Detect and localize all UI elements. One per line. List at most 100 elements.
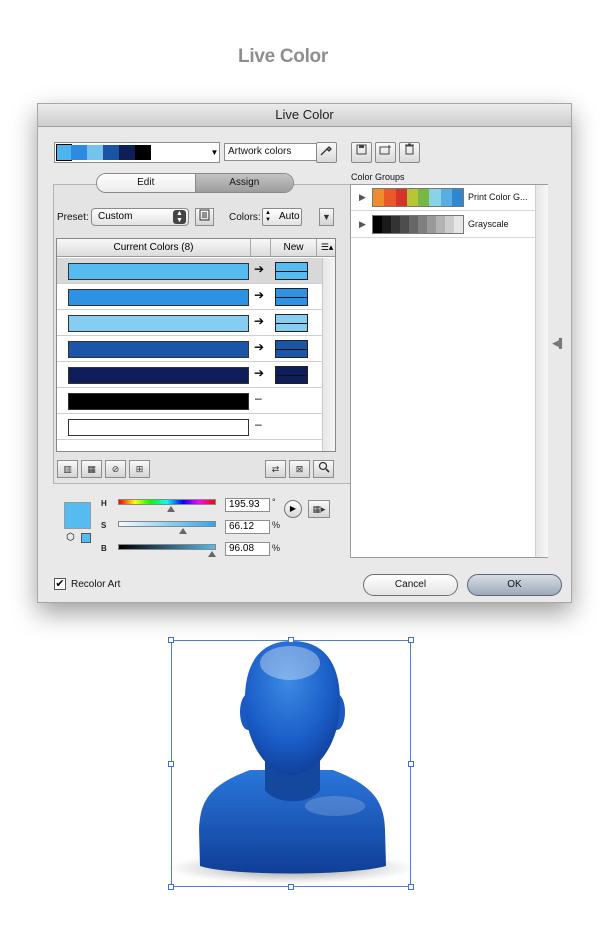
group-swatch [391, 216, 400, 233]
preset-options-icon[interactable] [195, 208, 214, 226]
eyedropper-icon[interactable] [316, 142, 337, 163]
saturation-slider[interactable] [118, 521, 216, 527]
save-group-icon[interactable] [351, 142, 372, 163]
groups-scrollbar[interactable] [535, 185, 548, 557]
saturation-slider-thumb[interactable] [178, 528, 187, 534]
hue-slider-thumb[interactable] [167, 506, 176, 512]
table-row[interactable]: ➔ [57, 310, 322, 336]
exclude-colors-icon[interactable]: ⊘ [105, 460, 126, 478]
color-mode-play-icon[interactable]: ▶ [284, 500, 302, 518]
group-swatch [382, 216, 391, 233]
artwork-colors-field[interactable]: Artwork colors [224, 143, 318, 161]
table-menu-icon[interactable]: ☰▴ [317, 239, 335, 256]
new-color-swatch[interactable] [275, 314, 308, 332]
disclosure-triangle-icon[interactable]: ▶ [359, 192, 366, 203]
randomize-order-icon[interactable]: ⇄ [265, 460, 286, 478]
colors-dropdown-icon[interactable]: ▼ [319, 208, 334, 226]
resize-handle[interactable] [408, 761, 414, 767]
resize-handle[interactable] [168, 761, 174, 767]
sliders-menu-icon[interactable]: ▦▸ [308, 500, 330, 518]
hue-unit: ° [272, 497, 276, 507]
table-scrollbar[interactable] [322, 258, 335, 451]
new-color-swatch[interactable] [275, 262, 308, 280]
table-row[interactable]: – [57, 414, 322, 440]
resize-handle[interactable] [168, 637, 174, 643]
cube-icon[interactable]: ⬡ [66, 532, 75, 543]
group-swatch [373, 216, 382, 233]
strip-swatch [103, 145, 119, 160]
merge-colors-icon[interactable]: ▥ [57, 460, 78, 478]
current-color-bar[interactable] [68, 263, 249, 280]
hue-slider[interactable] [118, 499, 216, 505]
separate-colors-icon[interactable]: ▦ [81, 460, 102, 478]
preset-label: Preset: [57, 212, 89, 223]
preset-select[interactable]: Custom ▲ ▼ [91, 208, 189, 226]
group-swatch [400, 216, 409, 233]
colors-stepper[interactable]: ▲ ▼ Auto [262, 208, 302, 226]
color-group-strip[interactable] [54, 142, 211, 163]
resize-handle[interactable] [168, 884, 174, 890]
disclosure-triangle-icon[interactable]: ▶ [359, 219, 366, 230]
arrow-right-icon[interactable]: ➔ [254, 366, 264, 380]
table-row[interactable]: – [57, 388, 322, 414]
cancel-button[interactable]: Cancel [363, 574, 458, 596]
divider-line [276, 271, 307, 272]
header-current-colors[interactable]: Current Colors (8) [57, 239, 251, 256]
brightness-slider-thumb[interactable] [208, 551, 217, 557]
current-color-swatch[interactable] [64, 502, 91, 529]
randomize-saturation-icon[interactable]: ⊠ [289, 460, 310, 478]
hue-input[interactable]: 195.93 [225, 498, 270, 512]
arrow-right-icon[interactable]: ➔ [254, 314, 264, 328]
current-color-bar[interactable] [68, 315, 249, 332]
resize-handle[interactable] [288, 884, 294, 890]
new-row-icon[interactable]: ⊞ [129, 460, 150, 478]
group-swatch [384, 189, 396, 206]
new-color-swatch[interactable] [275, 288, 308, 306]
selection-bounding-box[interactable] [171, 640, 411, 887]
tab-assign[interactable]: Assign [194, 174, 293, 192]
current-color-bar[interactable] [68, 289, 249, 306]
collapse-panel-icon[interactable]: ◀▌ [552, 338, 565, 349]
resize-handle[interactable] [288, 637, 294, 643]
current-color-bar[interactable] [68, 419, 249, 436]
recolor-art-checkbox[interactable]: ✔ [54, 578, 66, 590]
group-swatch [429, 189, 441, 206]
ok-button[interactable]: OK [467, 574, 562, 596]
saturation-input[interactable]: 66.12 [225, 520, 270, 534]
trash-icon[interactable] [399, 142, 420, 163]
brightness-input[interactable]: 96.08 [225, 542, 270, 556]
arrow-right-icon[interactable]: ➔ [254, 340, 264, 354]
no-mapping-dash: – [255, 391, 262, 405]
dialog-titlebar[interactable]: Live Color [38, 104, 571, 127]
chevron-down-icon[interactable]: ▼ [210, 142, 220, 163]
table-row[interactable]: ➔ [57, 336, 322, 362]
color-group-row[interactable]: ▶ Print Color G... [351, 185, 535, 211]
arrow-right-icon[interactable]: ➔ [254, 262, 264, 276]
group-swatch-strip[interactable] [372, 215, 464, 234]
table-row[interactable]: ➔ [57, 284, 322, 310]
select-arrows-icon: ▲ ▼ [173, 210, 186, 224]
group-swatch-strip[interactable] [372, 188, 464, 207]
divider-line [276, 297, 307, 298]
resize-handle[interactable] [408, 884, 414, 890]
dialog-title: Live Color [275, 107, 334, 122]
current-color-bar[interactable] [68, 341, 249, 358]
find-color-icon[interactable] [313, 460, 334, 478]
hue-label: H [101, 499, 107, 508]
current-color-bar[interactable] [68, 367, 249, 384]
group-swatch [451, 189, 463, 206]
tab-edit[interactable]: Edit [97, 174, 195, 192]
new-color-swatch[interactable] [275, 366, 308, 384]
arrow-right-icon[interactable]: ➔ [254, 288, 264, 302]
new-group-icon[interactable] [375, 142, 396, 163]
current-color-bar[interactable] [68, 393, 249, 410]
header-new[interactable]: New [271, 239, 317, 256]
mini-swatch[interactable] [81, 533, 91, 543]
table-row[interactable]: ➔ [57, 362, 322, 388]
resize-handle[interactable] [408, 637, 414, 643]
color-group-row[interactable]: ▶ Grayscale [351, 212, 535, 238]
new-color-swatch[interactable] [275, 340, 308, 358]
brightness-slider[interactable] [118, 544, 216, 550]
group-name: Grayscale [468, 219, 509, 229]
table-row[interactable]: ➔ [57, 258, 322, 284]
